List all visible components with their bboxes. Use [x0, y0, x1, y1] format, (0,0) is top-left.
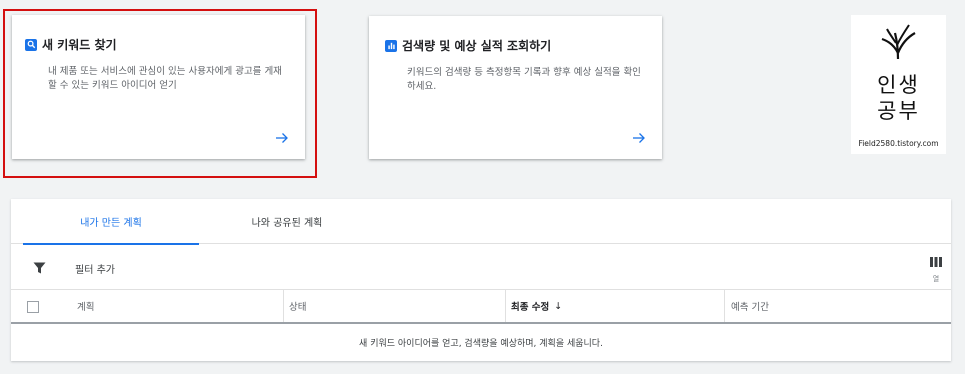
forecast-description: 키워드의 검색량 등 측정항목 기록과 향후 예상 실적을 확인하세요.: [407, 67, 641, 92]
column-header-status[interactable]: 상태: [289, 290, 306, 322]
leaf-icon: [881, 24, 916, 60]
forecast-card[interactable]: 검색량 및 예상 실적 조회하기 키워드의 검색량 등 측정항목 기록과 향후 …: [369, 16, 662, 159]
forecast-title: 검색량 및 예상 실적 조회하기: [402, 39, 552, 53]
tab-my-plans[interactable]: 내가 만든 계획: [23, 199, 199, 245]
tab-shared-plans[interactable]: 나와 공유된 계획: [199, 199, 375, 244]
blog-logo: 인생 공부 Field2580.tistory.com: [851, 15, 946, 154]
column-header-forecast-period[interactable]: 예측 기간: [731, 290, 769, 322]
filter-bar: 필터 추가 열: [11, 244, 951, 290]
column-header-last-modified-label: 최종 수정: [511, 302, 550, 313]
logo-url: Field2580.tistory.com: [858, 139, 939, 148]
columns-button[interactable]: 열: [928, 252, 944, 284]
column-header-last-modified[interactable]: 최종 수정 ↓: [511, 290, 562, 322]
empty-state-message: 새 키워드 아이디어를 얻고, 검색량을 예상하며, 계획을 세웁니다.: [359, 339, 603, 349]
columns-icon: [930, 257, 942, 267]
column-divider: [283, 290, 284, 322]
filter-icon[interactable]: [33, 262, 46, 274]
forecast-title-row: 검색량 및 예상 실적 조회하기: [385, 37, 551, 54]
plan-tabs: 내가 만든 계획 나와 공유된 계획: [11, 199, 951, 245]
plans-panel: 내가 만든 계획 나와 공유된 계획 필터 추가 열 계획 상태 최종 수정 ↓…: [11, 199, 951, 361]
find-keywords-card[interactable]: 새 키워드 찾기 내 제품 또는 서비스에 관심이 있는 사용자에게 광고를 게…: [12, 15, 305, 159]
arrow-down-icon: ↓: [554, 300, 563, 312]
arrow-right-icon[interactable]: [631, 130, 647, 146]
column-header-plan[interactable]: 계획: [77, 290, 94, 322]
add-filter-label[interactable]: 필터 추가: [75, 261, 115, 276]
column-divider: [724, 290, 725, 322]
columns-label: 열: [932, 275, 940, 283]
bar-chart-icon: [385, 39, 397, 52]
find-keywords-title: 새 키워드 찾기: [42, 38, 117, 52]
table-header: 계획 상태 최종 수정 ↓ 예측 기간: [11, 290, 951, 324]
column-divider: [505, 290, 506, 322]
search-icon: [25, 38, 37, 51]
select-all-checkbox[interactable]: [27, 301, 39, 313]
find-keywords-description: 내 제품 또는 서비스에 관심이 있는 사용자에게 광고를 게재할 수 있는 키…: [48, 66, 282, 91]
logo-text-line2: 공부: [877, 99, 920, 123]
find-keywords-title-row: 새 키워드 찾기: [25, 36, 117, 53]
arrow-right-icon[interactable]: [274, 130, 290, 146]
